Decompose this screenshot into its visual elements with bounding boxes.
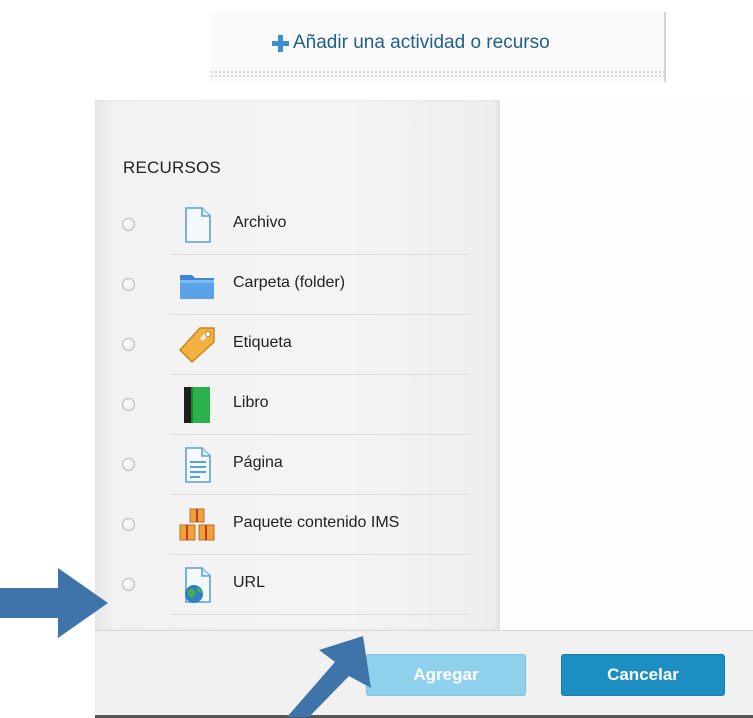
radio-button[interactable]: [122, 458, 135, 471]
add-activity-link[interactable]: Añadir una actividad o recurso: [272, 32, 550, 54]
option-label: Etiqueta: [233, 334, 292, 351]
book-icon: [184, 387, 210, 423]
option-label: URL: [233, 574, 266, 591]
radio-button[interactable]: [122, 278, 135, 291]
dialog-footer: Agregar Cancelar: [95, 630, 753, 718]
url-globe-icon: [185, 567, 211, 603]
add-button[interactable]: Agregar: [366, 654, 526, 696]
option-label: Paquete contenido IMS: [233, 514, 400, 531]
add-activity-strip: Añadir una actividad o recurso: [210, 12, 666, 82]
tag-icon: [179, 327, 215, 363]
option-libro[interactable]: Libro: [122, 375, 470, 435]
section-title: RECURSOS: [123, 158, 221, 177]
dotted-divider: [210, 70, 665, 78]
option-carpeta[interactable]: Carpeta (folder): [122, 255, 470, 315]
option-archivo[interactable]: Archivo: [122, 195, 470, 255]
option-paquete-ims[interactable]: Paquete contenido IMS: [122, 495, 470, 555]
option-label: Carpeta (folder): [233, 274, 346, 291]
add-activity-label: Añadir una actividad o recurso: [293, 32, 550, 53]
page-icon: [185, 447, 211, 483]
option-etiqueta[interactable]: Etiqueta: [122, 315, 470, 375]
resource-option-list: Archivo Carpeta (folder) Etiqueta Libro …: [95, 195, 470, 615]
option-label: Libro: [233, 394, 269, 411]
arrow-up-right-icon: [287, 636, 371, 717]
option-label: Página: [233, 454, 283, 471]
radio-button[interactable]: [122, 518, 135, 531]
option-url[interactable]: URL: [122, 555, 470, 615]
arrow-right-icon: [0, 568, 108, 638]
option-label: Archivo: [233, 214, 287, 231]
radio-button[interactable]: [122, 398, 135, 411]
file-icon: [185, 207, 211, 243]
ims-package-icon: [179, 508, 215, 541]
folder-icon: [180, 275, 214, 299]
plus-icon: [272, 34, 289, 52]
cancel-button[interactable]: Cancelar: [561, 654, 725, 696]
radio-button[interactable]: [122, 338, 135, 351]
radio-button[interactable]: [122, 218, 135, 231]
radio-button[interactable]: [122, 578, 135, 591]
vertical-divider: [664, 12, 666, 82]
options-pane: RECURSOS Archivo Carpeta (folder) Etique…: [95, 100, 500, 630]
option-pagina[interactable]: Página: [122, 435, 470, 495]
help-pane: [500, 100, 753, 630]
add-resource-dialog: RECURSOS Archivo Carpeta (folder) Etique…: [95, 100, 753, 718]
